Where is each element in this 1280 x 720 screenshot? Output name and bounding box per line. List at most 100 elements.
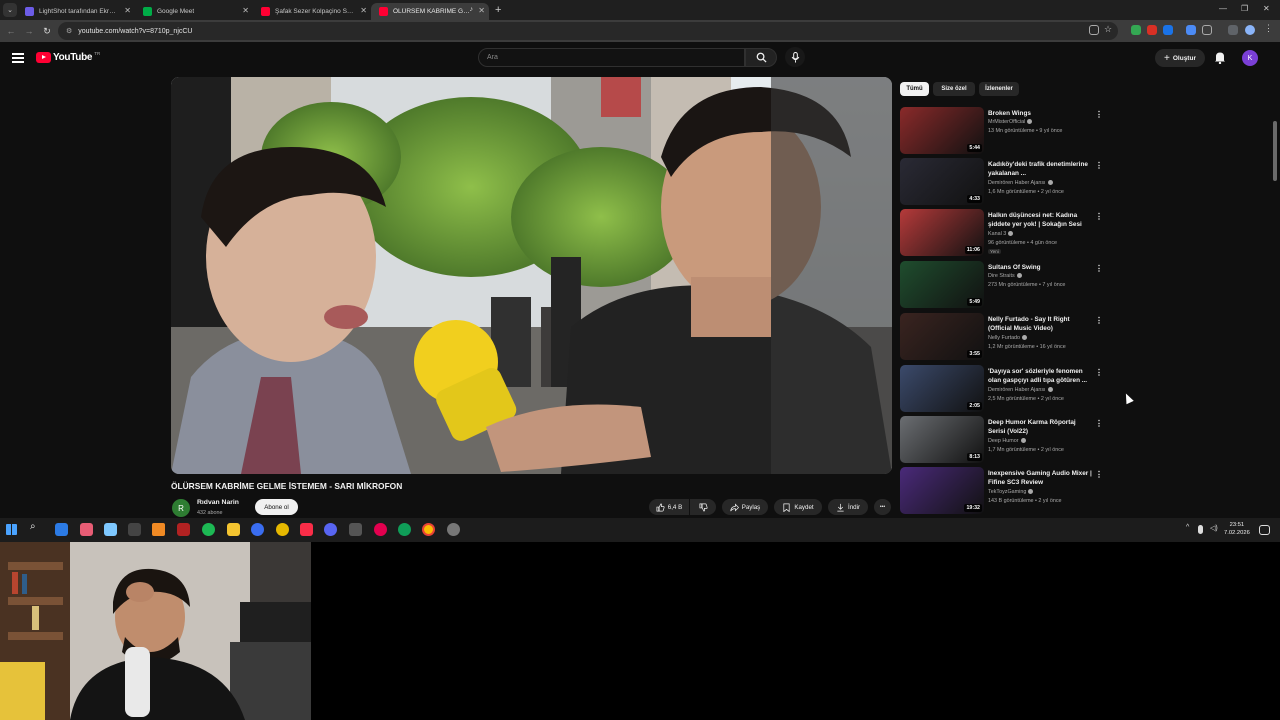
tab-close-icon[interactable]: ✕ bbox=[478, 6, 485, 15]
recommended-channel[interactable]: Deep Humor bbox=[988, 438, 1026, 444]
recommended-video-title[interactable]: 'Dayıya sor' sözleriyle fenomen olan gas… bbox=[988, 368, 1094, 385]
recommended-channel[interactable]: Demirören Haber Ajansı bbox=[988, 387, 1053, 393]
youtube-logo[interactable]: YouTube TR bbox=[36, 51, 100, 63]
search-taskbar-icon[interactable]: ⌕ bbox=[30, 521, 43, 534]
recommended-video-title[interactable]: Halkın düşüncesi net: Kadına şiddete yer… bbox=[988, 212, 1094, 229]
video-thumbnail[interactable]: 2:05 bbox=[900, 365, 984, 412]
search-button[interactable] bbox=[745, 48, 777, 67]
taskbar-app-icon[interactable] bbox=[177, 523, 190, 536]
recommended-video[interactable]: 2:05 'Dayıya sor' sözleriyle fenomen olan… bbox=[900, 365, 1105, 413]
notifications-icon[interactable] bbox=[1259, 525, 1270, 535]
extension-icon[interactable] bbox=[1186, 25, 1196, 35]
recommended-video-title[interactable]: Kadıköy'deki trafik denetimlerine yakala… bbox=[988, 161, 1094, 178]
more-options-icon[interactable]: ⋮ bbox=[1095, 419, 1103, 428]
recommended-channel[interactable]: Demirören Haber Ajansı bbox=[988, 180, 1053, 186]
tab-search-icon[interactable]: ⌄ bbox=[3, 3, 17, 17]
address-bar[interactable]: ⚙ youtube.com/watch?v=8710p_njcCU bbox=[58, 22, 1118, 40]
maximize-icon[interactable]: ❐ bbox=[1241, 4, 1248, 13]
video-thumbnail[interactable]: 5:44 bbox=[900, 107, 984, 154]
recommended-video[interactable]: 5:49 Sultans Of Swing Dire Straits 273 Mn g… bbox=[900, 261, 1105, 309]
video-thumbnail[interactable]: 4:33 bbox=[900, 158, 984, 205]
recommended-channel[interactable]: Nelly Furtado bbox=[988, 335, 1028, 341]
tab-audio-icon[interactable]: ♪ bbox=[470, 6, 474, 13]
recommended-channel[interactable]: Dire Straits bbox=[988, 273, 1022, 279]
taskbar-app-icon[interactable] bbox=[80, 523, 93, 536]
recommended-video[interactable]: 8:13 Deep Humor Karma Röportaj Serisi (Vo… bbox=[900, 416, 1105, 464]
channel-avatar[interactable]: R bbox=[172, 499, 190, 517]
notifications-bell-icon[interactable] bbox=[1214, 51, 1226, 64]
taskbar-app-icon[interactable] bbox=[251, 523, 264, 536]
like-button[interactable]: 6,4 B bbox=[649, 499, 689, 515]
filter-chip[interactable]: Size özel bbox=[933, 82, 975, 96]
new-tab-icon[interactable]: + bbox=[495, 4, 501, 16]
more-options-icon[interactable]: ⋮ bbox=[1095, 110, 1103, 119]
subscribe-button[interactable]: Abone ol bbox=[255, 499, 298, 515]
recommended-video[interactable]: 5:44 Broken Wings MrMisterOfficial 13 Mn gö… bbox=[900, 107, 1105, 155]
scrollbar-thumb[interactable] bbox=[1273, 121, 1277, 181]
save-button[interactable]: Kaydet bbox=[774, 499, 822, 515]
taskbar-app-icon[interactable] bbox=[128, 523, 141, 536]
taskbar-app-icon[interactable] bbox=[447, 523, 460, 536]
dislike-button[interactable] bbox=[690, 499, 716, 515]
video-thumbnail[interactable]: 3:55 bbox=[900, 313, 984, 360]
browser-tab[interactable]: Google Meet ✕ bbox=[135, 3, 253, 20]
taskbar-app-icon[interactable] bbox=[349, 523, 362, 536]
spotify-icon[interactable] bbox=[202, 523, 215, 536]
recommended-video[interactable]: 11:06 Halkın düşüncesi net: Kadına şiddet… bbox=[900, 209, 1105, 257]
tab-close-icon[interactable]: ✕ bbox=[124, 6, 131, 15]
more-options-icon[interactable]: ⋮ bbox=[1095, 470, 1103, 479]
share-button[interactable]: Paylaş bbox=[722, 499, 768, 515]
video-thumbnail[interactable]: 8:13 bbox=[900, 416, 984, 463]
video-player[interactable] bbox=[171, 77, 892, 474]
site-info-icon[interactable]: ⚙ bbox=[66, 27, 72, 35]
extensions-puzzle-icon[interactable] bbox=[1202, 25, 1212, 35]
voice-search-button[interactable] bbox=[785, 47, 805, 67]
channel-name[interactable]: Rıdvan Narin bbox=[197, 499, 239, 506]
extension-icon[interactable] bbox=[1147, 25, 1157, 35]
recommended-channel[interactable]: MrMisterOfficial bbox=[988, 119, 1033, 125]
speaker-icon[interactable]: ◁) bbox=[1210, 524, 1223, 537]
more-actions-button[interactable]: ••• bbox=[874, 499, 891, 515]
recommended-video-title[interactable]: Sultans Of Swing bbox=[988, 264, 1094, 273]
kebab-menu-icon[interactable]: ⋮ bbox=[1264, 23, 1274, 33]
download-button[interactable]: İndir bbox=[828, 499, 868, 515]
taskbar-clock[interactable]: 23:51 7.02.2026 bbox=[1224, 522, 1250, 537]
page-scrollbar[interactable] bbox=[1272, 121, 1278, 221]
recommended-video-title[interactable]: Broken Wings bbox=[988, 110, 1094, 119]
more-options-icon[interactable]: ⋮ bbox=[1095, 368, 1103, 377]
microphone-tray-icon[interactable] bbox=[1198, 525, 1203, 534]
start-button-icon[interactable] bbox=[6, 524, 17, 535]
close-window-icon[interactable]: ✕ bbox=[1263, 4, 1270, 13]
taskbar-app-icon[interactable] bbox=[55, 523, 68, 536]
video-thumbnail[interactable]: 11:06 bbox=[900, 209, 984, 256]
tab-close-icon[interactable]: ✕ bbox=[360, 6, 367, 15]
video-thumbnail[interactable]: 19:32 bbox=[900, 467, 984, 514]
extension-icon[interactable] bbox=[1131, 25, 1141, 35]
recommended-channel[interactable]: Kanal 3 bbox=[988, 231, 1014, 237]
recommended-channel[interactable]: TekToyzGaming bbox=[988, 489, 1034, 495]
recommended-video-title[interactable]: Deep Humor Karma Röportaj Serisi (Vol22) bbox=[988, 419, 1094, 436]
browser-tab[interactable]: Şafak Sezer Kolpaçino Sahnele… ✕ bbox=[253, 3, 371, 20]
recommended-video-title[interactable]: Inexpensive Gaming Audio Mixer | Fifine … bbox=[988, 470, 1094, 487]
music-app-icon[interactable] bbox=[300, 523, 313, 536]
bookmark-star-icon[interactable]: ☆ bbox=[1104, 24, 1114, 34]
account-avatar[interactable]: K bbox=[1242, 50, 1258, 66]
taskbar-app-icon[interactable] bbox=[374, 523, 387, 536]
recommended-video-title[interactable]: Nelly Furtado - Say It Right (Official M… bbox=[988, 316, 1094, 333]
hamburger-menu-icon[interactable] bbox=[12, 53, 24, 63]
taskbar-app-icon[interactable] bbox=[276, 523, 289, 536]
recommended-video[interactable]: 4:33 Kadıköy'deki trafik denetimlerine ya… bbox=[900, 158, 1105, 206]
tab-close-icon[interactable]: ✕ bbox=[242, 6, 249, 15]
taskbar-app-icon[interactable] bbox=[104, 523, 117, 536]
back-icon[interactable]: ← bbox=[2, 26, 20, 36]
browser-tab[interactable]: LightShot tarafından Ekran Gör… ✕ bbox=[17, 3, 135, 20]
edge-icon[interactable] bbox=[398, 523, 411, 536]
filter-chip[interactable]: İzlenenler bbox=[979, 82, 1019, 96]
profile-icon[interactable] bbox=[1245, 25, 1255, 35]
minimize-icon[interactable]: — bbox=[1219, 4, 1227, 13]
file-explorer-icon[interactable] bbox=[227, 523, 240, 536]
filter-chip[interactable]: Tümü bbox=[900, 82, 929, 96]
reload-icon[interactable]: ↻ bbox=[38, 26, 56, 37]
vlc-icon[interactable] bbox=[152, 523, 165, 536]
extension-icon[interactable] bbox=[1163, 25, 1173, 35]
